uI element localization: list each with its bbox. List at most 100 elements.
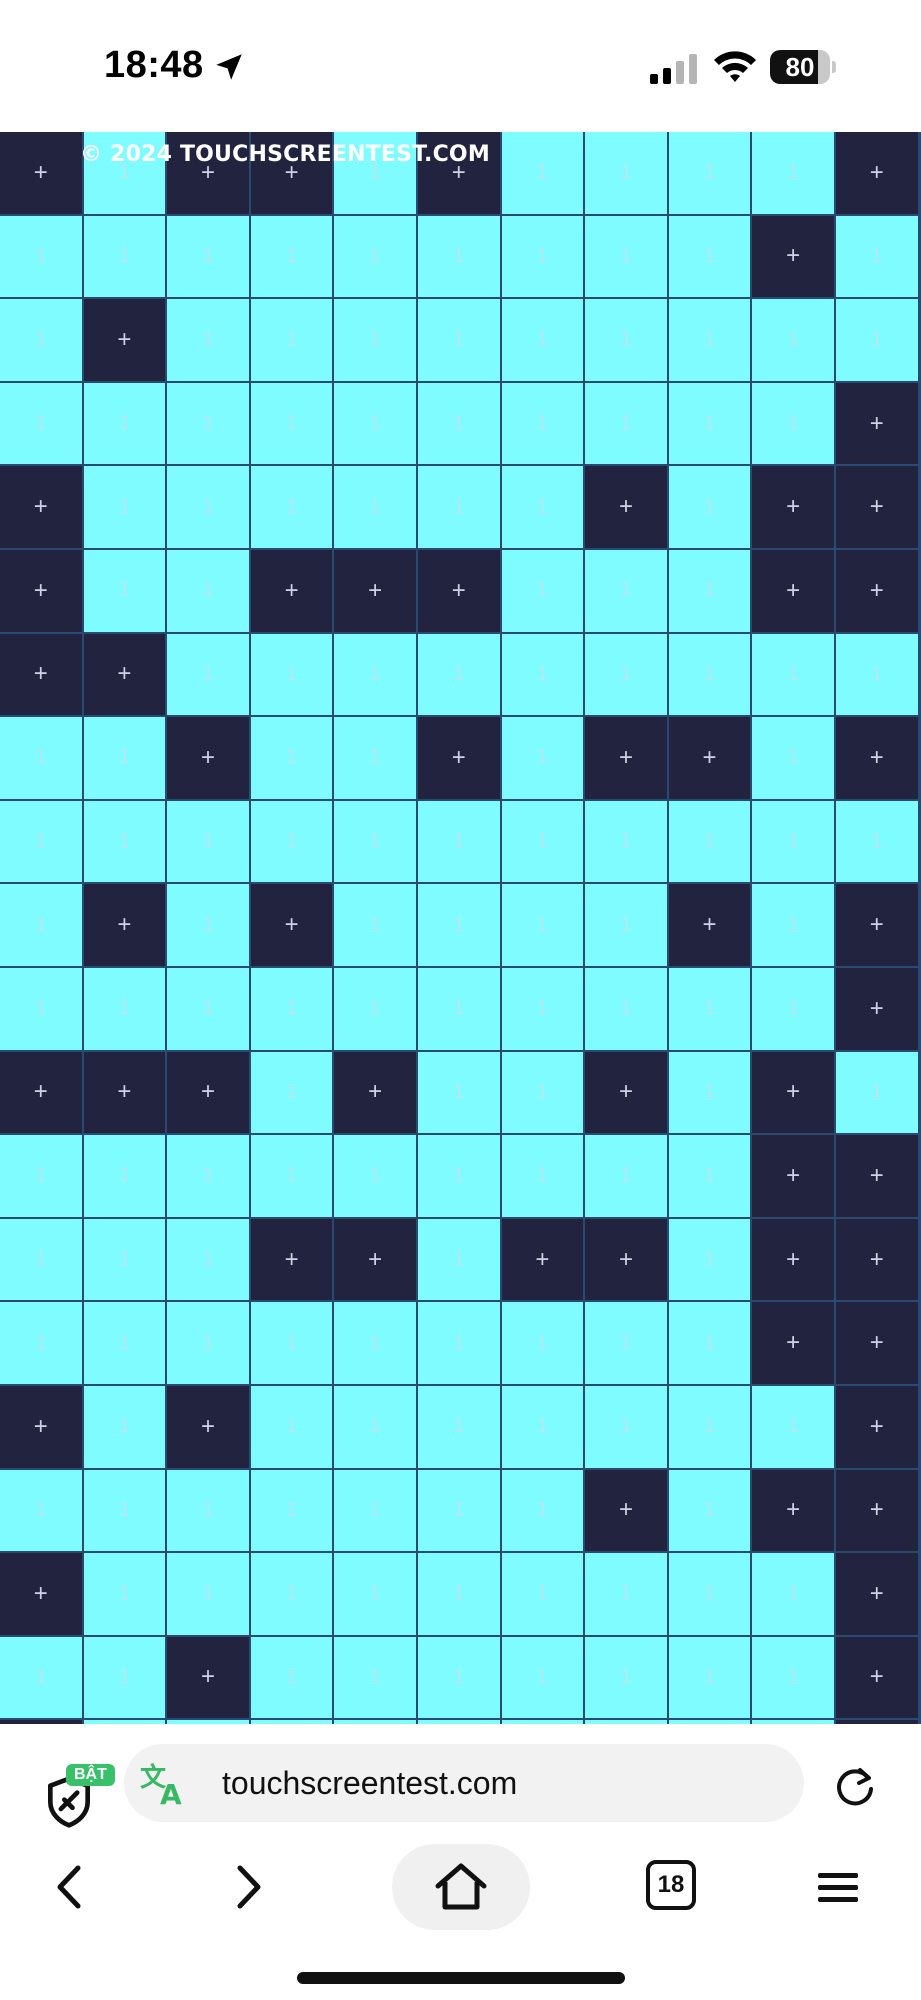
grid-cell-untouched[interactable]: 1	[250, 466, 333, 548]
grid-cell-touched[interactable]: +	[0, 132, 82, 214]
grid-cell-untouched[interactable]: 1	[0, 215, 82, 298]
grid-cell-untouched[interactable]: 1	[0, 1469, 82, 1552]
grid-cell-untouched[interactable]: 1	[585, 299, 667, 381]
grid-cell-untouched[interactable]: 1	[501, 884, 584, 966]
grid-cell-untouched[interactable]: 1	[417, 884, 500, 966]
grid-cell-touched[interactable]: +	[835, 466, 918, 548]
grid-cell-touched[interactable]: +	[585, 1218, 667, 1301]
grid-cell-untouched[interactable]: 1	[167, 466, 249, 548]
grid-cell-untouched[interactable]: 1	[668, 800, 751, 883]
address-bar[interactable]: 文 A touchscreentest.com	[124, 1744, 804, 1822]
grid-cell-touched[interactable]: +	[835, 132, 918, 214]
grid-cell-touched[interactable]: +	[83, 884, 166, 966]
grid-cell-touched[interactable]: +	[0, 466, 82, 548]
grid-cell-untouched[interactable]: 1	[501, 549, 584, 632]
grid-cell-untouched[interactable]: 1	[585, 884, 667, 966]
grid-cell-untouched[interactable]: 1	[752, 382, 834, 465]
grid-cell-untouched[interactable]: 1	[250, 1636, 333, 1719]
grid-cell-untouched[interactable]: 1	[167, 1302, 249, 1384]
grid-cell-untouched[interactable]: 1	[250, 382, 333, 465]
touch-test-grid[interactable]: +1 + +1 +1 1 1 1 +1 1 1 1 1 1 1 1 1 +1 1 +1 1 1 1 1 1 1 1 1 1 1 1 1 1 1 1…	[0, 132, 921, 1724]
grid-cell-touched[interactable]: +	[835, 1135, 918, 1217]
grid-cell-untouched[interactable]: 1	[83, 382, 166, 465]
grid-cell-untouched[interactable]: 1	[668, 1302, 751, 1384]
grid-cell-untouched[interactable]: 1	[501, 132, 584, 214]
grid-cell-untouched[interactable]: 1	[83, 215, 166, 298]
grid-cell-untouched[interactable]: 1	[752, 717, 834, 799]
grid-cell-touched[interactable]: +	[0, 1051, 82, 1134]
grid-cell-untouched[interactable]: 1	[585, 132, 667, 214]
grid-cell-untouched[interactable]: 1	[668, 466, 751, 548]
grid-cell-untouched[interactable]: 1	[0, 299, 82, 381]
grid-cell-touched[interactable]: +	[835, 1302, 918, 1384]
grid-cell-untouched[interactable]: 1	[417, 800, 500, 883]
grid-cell-touched[interactable]: +	[417, 549, 500, 632]
grid-cell-untouched[interactable]: 1	[417, 215, 500, 298]
grid-cell-untouched[interactable]: 1	[585, 1135, 667, 1217]
grid-cell-untouched[interactable]: 1	[334, 633, 416, 716]
grid-cell-touched[interactable]: +	[417, 717, 500, 799]
grid-cell-touched[interactable]: +	[835, 717, 918, 799]
grid-cell-untouched[interactable]: 1	[334, 215, 416, 298]
grid-cell-untouched[interactable]: 1	[668, 215, 751, 298]
grid-cell-untouched[interactable]: 1	[167, 1135, 249, 1217]
grid-cell-untouched[interactable]: 1	[835, 299, 918, 381]
grid-cell-untouched[interactable]: 1	[668, 1135, 751, 1217]
grid-cell-untouched[interactable]: 1	[417, 382, 500, 465]
touch-test-grid-area[interactable]: +1 + +1 +1 1 1 1 +1 1 1 1 1 1 1 1 1 +1 1 +1 1 1 1 1 1 1 1 1 1 1 1 1 1 1 1…	[0, 132, 921, 1724]
grid-cell-untouched[interactable]: 1	[752, 884, 834, 966]
grid-cell-untouched[interactable]: 1	[585, 800, 667, 883]
grid-cell-untouched[interactable]: 1	[250, 1553, 333, 1635]
grid-cell-untouched[interactable]: 1	[668, 299, 751, 381]
grid-cell-untouched[interactable]: 1	[835, 215, 918, 298]
grid-cell-untouched[interactable]: 1	[167, 967, 249, 1050]
grid-cell-untouched[interactable]: 1	[250, 1469, 333, 1552]
grid-cell-untouched[interactable]: 1	[83, 1469, 166, 1552]
grid-cell-untouched[interactable]: 1	[835, 633, 918, 716]
grid-cell-untouched[interactable]: 1	[334, 299, 416, 381]
grid-cell-untouched[interactable]: 1	[668, 1469, 751, 1552]
grid-cell-untouched[interactable]: 1	[334, 717, 416, 799]
grid-cell-untouched[interactable]: 1	[585, 549, 667, 632]
grid-cell-touched[interactable]: +	[585, 1469, 667, 1552]
grid-cell-untouched[interactable]: 1	[417, 1135, 500, 1217]
grid-cell-untouched[interactable]: 1	[334, 800, 416, 883]
grid-cell-untouched[interactable]: 1	[417, 1469, 500, 1552]
grid-cell-untouched[interactable]: 1	[0, 1636, 82, 1719]
grid-cell-untouched[interactable]: 1	[250, 215, 333, 298]
grid-cell-untouched[interactable]: 1	[835, 800, 918, 883]
grid-cell-untouched[interactable]: 1	[83, 800, 166, 883]
grid-cell-untouched[interactable]: 1	[167, 1553, 249, 1635]
grid-cell-untouched[interactable]: 1	[501, 1135, 584, 1217]
grid-cell-untouched[interactable]: 1	[752, 132, 834, 214]
grid-cell-touched[interactable]: +	[0, 1385, 82, 1468]
grid-cell-untouched[interactable]: 1	[417, 1636, 500, 1719]
grid-cell-untouched[interactable]: 1	[0, 717, 82, 799]
grid-cell-untouched[interactable]: 1	[752, 967, 834, 1050]
grid-cell-untouched[interactable]: 1	[501, 215, 584, 298]
grid-cell-untouched[interactable]: 1	[250, 633, 333, 716]
grid-cell-touched[interactable]: +	[167, 717, 249, 799]
grid-cell-touched[interactable]: +	[752, 1135, 834, 1217]
grid-cell-touched[interactable]: +	[668, 884, 751, 966]
grid-cell-untouched[interactable]: 1	[668, 633, 751, 716]
grid-cell-untouched[interactable]: 1	[835, 1051, 918, 1134]
grid-cell-untouched[interactable]: 1	[334, 382, 416, 465]
grid-cell-untouched[interactable]: 1	[167, 549, 249, 632]
grid-cell-touched[interactable]: +	[250, 1218, 333, 1301]
grid-cell-untouched[interactable]: 1	[417, 1553, 500, 1635]
grid-cell-untouched[interactable]: 1	[501, 1469, 584, 1552]
grid-cell-untouched[interactable]: 1	[417, 633, 500, 716]
grid-cell-untouched[interactable]: 1	[334, 1553, 416, 1635]
grid-cell-untouched[interactable]: 1	[501, 382, 584, 465]
grid-cell-untouched[interactable]: 1	[501, 1385, 584, 1468]
reload-icon[interactable]	[830, 1762, 880, 1812]
grid-cell-touched[interactable]: +	[752, 1302, 834, 1384]
grid-cell-untouched[interactable]: 1	[167, 800, 249, 883]
grid-cell-untouched[interactable]: 1	[501, 967, 584, 1050]
grid-cell-untouched[interactable]: 1	[83, 717, 166, 799]
grid-cell-untouched[interactable]: 1	[585, 967, 667, 1050]
grid-cell-untouched[interactable]: 1	[167, 633, 249, 716]
grid-cell-untouched[interactable]: 1	[417, 1385, 500, 1468]
grid-cell-untouched[interactable]: 1	[501, 800, 584, 883]
